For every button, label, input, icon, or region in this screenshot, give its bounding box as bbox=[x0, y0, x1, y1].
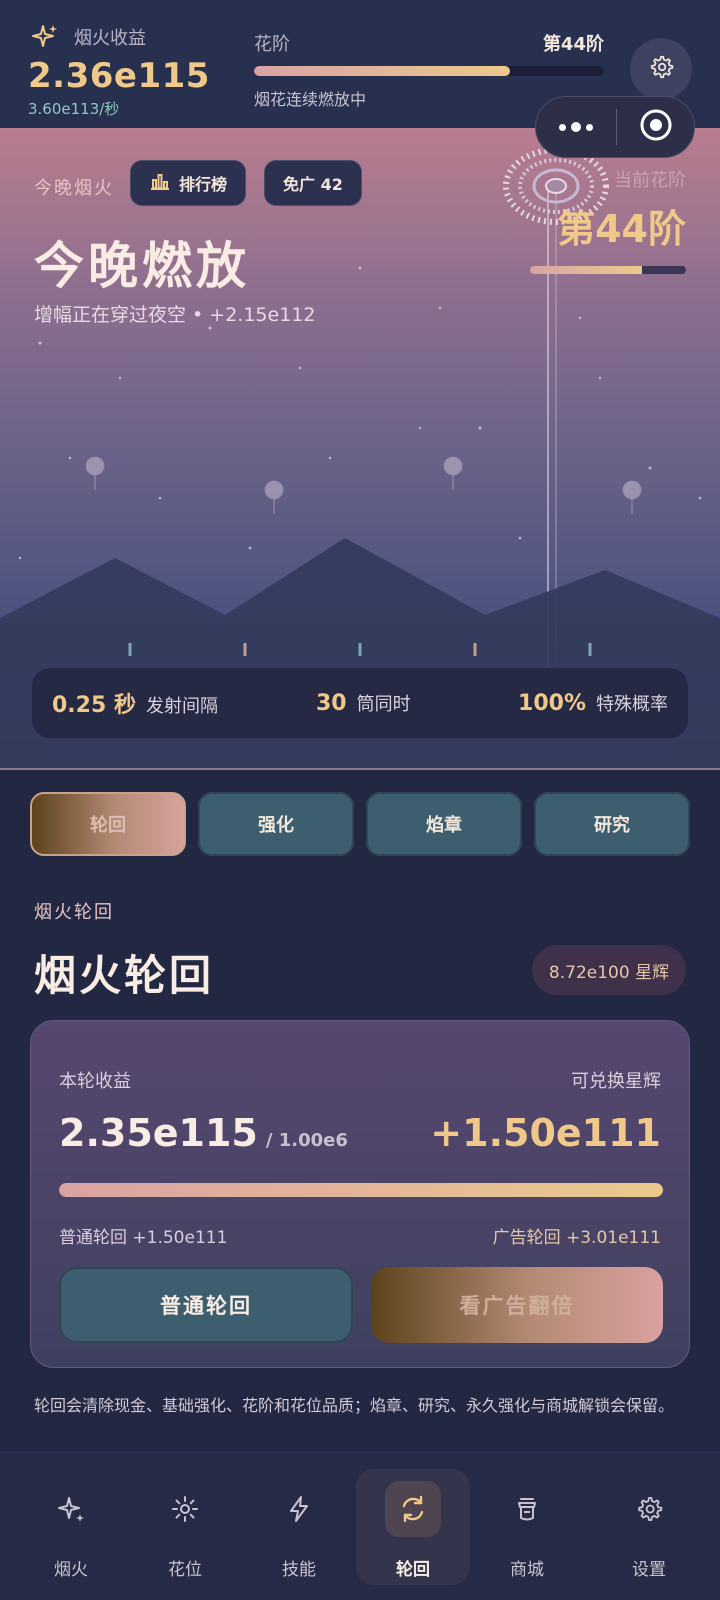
bottom-nav: 烟火 花位 技能 轮回 商城 设置 bbox=[0, 1452, 720, 1600]
gear-icon bbox=[648, 54, 674, 84]
miniprogram-capsule bbox=[535, 96, 695, 158]
nav-label: 设置 bbox=[632, 1560, 666, 1580]
stat-launch-interval: 0.25 秒 发射间隔 bbox=[52, 687, 218, 719]
round-income-label: 本轮收益 bbox=[59, 1071, 131, 1092]
sun-icon bbox=[157, 1481, 213, 1537]
ad-double-button[interactable]: 看广告翻倍 bbox=[371, 1267, 663, 1343]
tab-research[interactable]: 研究 bbox=[534, 792, 690, 856]
nav-label: 烟火 bbox=[54, 1560, 88, 1580]
section-label: 烟火轮回 bbox=[34, 902, 114, 923]
leaderboard-button[interactable]: 排行榜 bbox=[130, 160, 247, 206]
nav-item-settings[interactable]: 设置 bbox=[592, 1469, 706, 1585]
stage-number: 第44阶 bbox=[542, 34, 604, 55]
section-title: 烟火轮回 bbox=[34, 951, 215, 1000]
nav-item-slots[interactable]: 花位 bbox=[128, 1469, 242, 1585]
nav-label: 花位 bbox=[168, 1560, 202, 1580]
rebirth-progress-bar bbox=[59, 1183, 663, 1197]
more-dot-icon bbox=[586, 123, 593, 131]
stat-value: 0.25 秒 bbox=[52, 693, 136, 718]
income-rate: 3.60e113/秒 bbox=[28, 100, 120, 118]
scene-divider bbox=[0, 768, 720, 770]
round-income: 2.35e115 / 1.00e6 bbox=[59, 1111, 348, 1155]
normal-rebirth-button[interactable]: 普通轮回 bbox=[59, 1267, 353, 1343]
more-dot-icon bbox=[559, 123, 566, 131]
section-tabs: 轮回 强化 焰章 研究 bbox=[30, 792, 690, 856]
lightning-icon bbox=[271, 1481, 327, 1537]
stat-value: 100% bbox=[518, 691, 586, 716]
nav-label: 商城 bbox=[510, 1560, 544, 1580]
current-stage-progress-fill bbox=[530, 266, 643, 274]
current-stage-progress-bar bbox=[530, 266, 686, 274]
tab-rebirth[interactable]: 轮回 bbox=[30, 792, 186, 856]
stage-label: 花阶 bbox=[254, 34, 290, 55]
ad-free-button[interactable]: 免广 42 bbox=[264, 160, 362, 206]
refresh-icon bbox=[385, 1481, 441, 1537]
rebirth-footnote: 轮回会清除现金、基础强化、花阶和花位品质；焰章、研究、永久强化与商城解锁会保留。 bbox=[34, 1396, 675, 1415]
sparkle-icon bbox=[28, 20, 62, 54]
tonight-label: 今晚烟火 bbox=[34, 178, 114, 199]
stage-status: 烟花连续燃放中 bbox=[254, 90, 367, 109]
current-stage-value: 第44阶 bbox=[557, 207, 686, 251]
launch-stats-panel: 0.25 秒 发射间隔 30 筒同时 100% 特殊概率 bbox=[32, 668, 688, 738]
fireworks-scene[interactable]: 今晚烟火 排行榜 免广 42 今晚燃放 增幅正在穿过夜空 • +2.15e112… bbox=[0, 128, 720, 768]
normal-rebirth-note: 普通轮回 +1.50e111 bbox=[59, 1228, 228, 1248]
income-title: 烟火收益 bbox=[74, 28, 146, 49]
leaderboard-label: 排行榜 bbox=[179, 175, 228, 194]
nav-item-rebirth[interactable]: 轮回 bbox=[356, 1469, 470, 1585]
round-income-value: 2.35e115 bbox=[59, 1111, 258, 1155]
target-icon bbox=[639, 108, 673, 146]
tab-emblem[interactable]: 焰章 bbox=[366, 792, 522, 856]
stat-label: 发射间隔 bbox=[145, 696, 218, 717]
stage-progress-fill bbox=[254, 66, 510, 76]
round-income-target: / 1.00e6 bbox=[265, 1130, 348, 1151]
rebirth-card: 本轮收益 可兑换星辉 2.35e115 / 1.00e6 +1.50e111 普… bbox=[30, 1020, 690, 1368]
nav-label: 技能 bbox=[282, 1560, 316, 1580]
nav-item-shop[interactable]: 商城 bbox=[470, 1469, 584, 1585]
exchange-label: 可兑换星辉 bbox=[571, 1071, 661, 1092]
stat-special-chance: 100% 特殊概率 bbox=[518, 690, 668, 716]
rebirth-progress-fill bbox=[59, 1183, 663, 1197]
more-button[interactable] bbox=[536, 97, 616, 157]
stat-label: 筒同时 bbox=[356, 694, 411, 715]
income-block: 烟火收益 2.36e115 3.60e113/秒 bbox=[28, 20, 210, 119]
ad-rebirth-note: 广告轮回 +3.01e111 bbox=[492, 1228, 661, 1248]
more-dot-icon bbox=[571, 122, 581, 132]
ad-free-label: 免广 42 bbox=[283, 175, 343, 194]
tab-enhance[interactable]: 强化 bbox=[198, 792, 354, 856]
nav-item-fireworks[interactable]: 烟火 bbox=[14, 1469, 128, 1585]
settings-button[interactable] bbox=[630, 38, 692, 100]
scene-title: 今晚燃放 bbox=[34, 237, 250, 295]
close-miniprogram-button[interactable] bbox=[617, 97, 694, 157]
stardust-badge: 8.72e100 星辉 bbox=[532, 945, 686, 995]
income-value: 2.36e115 bbox=[28, 56, 210, 96]
sparkle-icon bbox=[43, 1481, 99, 1537]
bar-chart-icon bbox=[149, 170, 171, 196]
stat-value: 30 bbox=[316, 691, 347, 716]
current-stage-label: 当前花阶 bbox=[614, 170, 686, 191]
stat-label: 特殊概率 bbox=[596, 694, 668, 715]
nav-item-skills[interactable]: 技能 bbox=[242, 1469, 356, 1585]
shop-icon bbox=[499, 1481, 555, 1537]
gear-icon bbox=[621, 1481, 677, 1537]
exchange-value: +1.50e111 bbox=[430, 1111, 661, 1155]
stage-progress-bar bbox=[254, 66, 604, 76]
nav-label: 轮回 bbox=[396, 1560, 430, 1580]
stat-simultaneous-tubes: 30 筒同时 bbox=[316, 690, 411, 716]
scene-subtitle: 增幅正在穿过夜空 • +2.15e112 bbox=[34, 304, 316, 326]
